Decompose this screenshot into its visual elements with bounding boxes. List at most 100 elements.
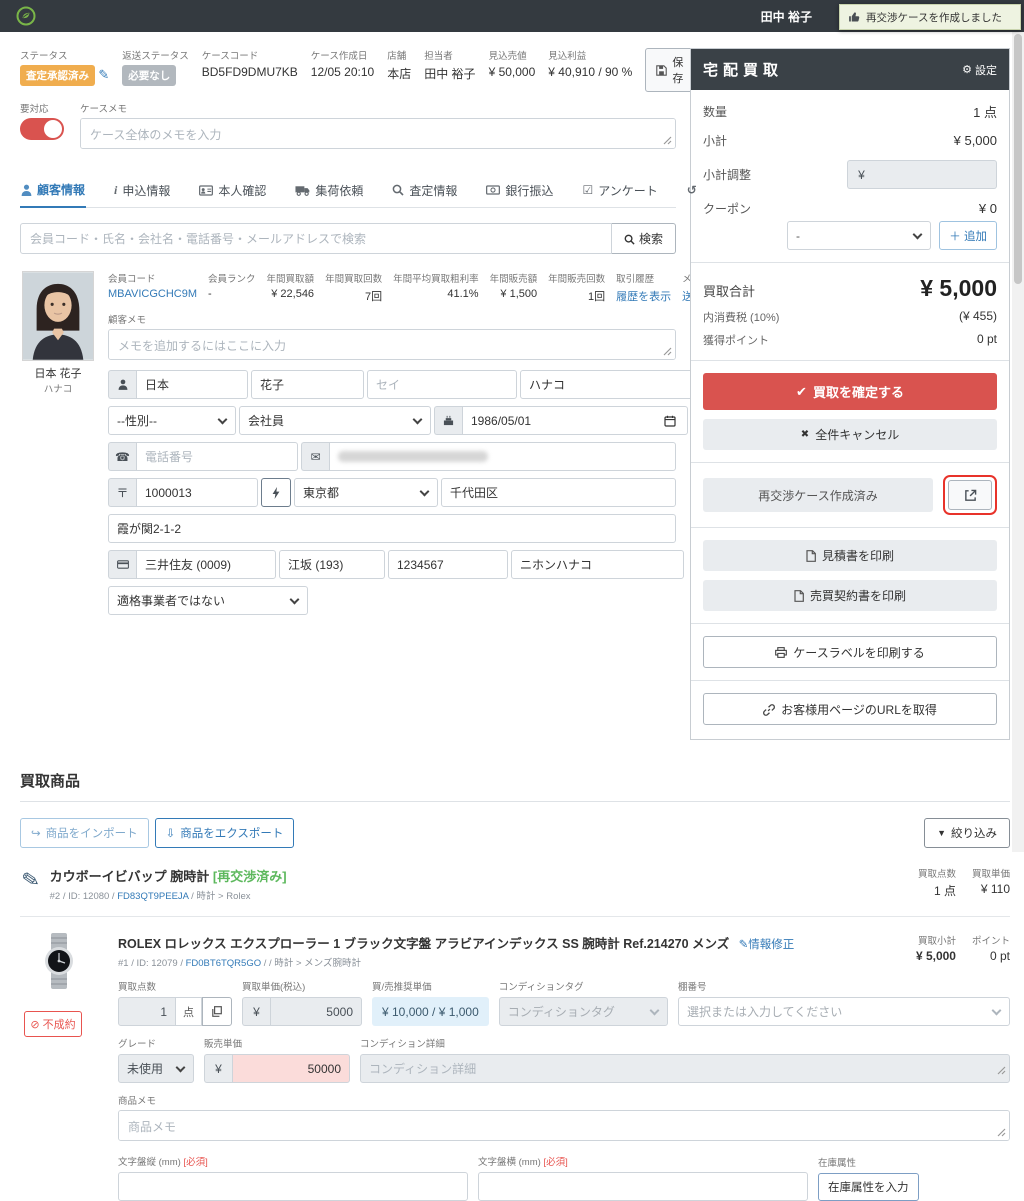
stock-attribute-button[interactable]: 在庫属性を入力 — [818, 1173, 919, 1201]
renegotiation-status: 再交渉ケース作成済み — [703, 478, 933, 512]
tab-pickup-request[interactable]: 集荷依頼 — [294, 172, 364, 207]
bank-card-icon — [108, 550, 136, 579]
items-heading: 買取商品 — [20, 773, 81, 790]
app-logo-leaf-icon[interactable] — [16, 6, 36, 26]
document-icon — [806, 549, 816, 563]
account-number-field[interactable] — [388, 550, 508, 579]
dial-width-input[interactable] — [478, 1172, 808, 1201]
filter-button[interactable]: ▼ 絞り込み — [924, 818, 1010, 848]
document-icon — [794, 589, 804, 603]
add-coupon-button[interactable]: ＋ 追加 — [939, 221, 997, 250]
quantity-value: 1 点 — [973, 105, 997, 120]
group-edit-pencil-icon[interactable]: ✎ — [20, 867, 42, 895]
kana-last-field[interactable] — [367, 370, 517, 399]
open-renegotiation-case-button[interactable] — [948, 480, 992, 510]
person-icon — [108, 370, 136, 399]
current-user[interactable]: 田中 裕子 — [761, 8, 812, 25]
copy-icon[interactable] — [202, 997, 232, 1026]
calendar-icon[interactable] — [664, 414, 676, 428]
case-memo-input[interactable] — [80, 118, 676, 149]
product-title: ROLEX ロレックス エクスプローラー 1 ブラック文字盤 アラビアインデック… — [118, 937, 730, 951]
import-icon: ↪ — [31, 828, 41, 840]
grade-select[interactable]: 未使用 — [118, 1054, 194, 1083]
magnifier-icon — [392, 184, 404, 196]
group-code-link[interactable]: FD83QT9PEEJA — [117, 891, 188, 902]
history-icon: ↺ — [686, 183, 697, 197]
tab-customer-info[interactable]: 顧客情報 — [20, 172, 87, 208]
customer-memo-input[interactable] — [108, 329, 676, 360]
tab-bank-transfer[interactable]: 銀行振込 — [485, 172, 554, 207]
gender-select[interactable]: --性別-- — [108, 406, 236, 435]
customer-stats: 会員コード MBAVICGCHC9M 会員ランク - 年間買取額 ¥ 22,546 年… — [108, 271, 778, 304]
occupation-select[interactable]: 会社員 — [239, 406, 431, 435]
print-case-label-button[interactable]: ケースラベルを印刷する — [703, 636, 997, 668]
save-button[interactable]: 保存 — [645, 48, 695, 92]
customer-memo-label: 顧客メモ — [108, 315, 147, 326]
customer-kana: ハナコ — [43, 384, 73, 395]
group-count: 1 点 — [933, 884, 956, 898]
product-memo-input[interactable] — [118, 1110, 1010, 1141]
store-name: 本店 — [387, 67, 412, 81]
dial-height-input[interactable] — [118, 1172, 468, 1201]
yen-prefix: ¥ — [847, 160, 875, 189]
product-code-link[interactable]: FD0BT6TQR5GO — [186, 958, 262, 969]
street-address-field[interactable] — [108, 514, 676, 543]
member-code-link[interactable]: MBAVICGCHC9M — [108, 288, 197, 300]
history-link[interactable]: 履歴を表示 — [616, 288, 671, 304]
bank-name-field[interactable] — [136, 550, 276, 579]
qty-input[interactable] — [118, 997, 176, 1026]
settings-button[interactable]: ⚙ 設定 — [962, 62, 997, 78]
print-quote-button[interactable]: 見積書を印刷 — [703, 540, 997, 571]
invoice-qualification-select[interactable]: 適格事業者ではない — [108, 586, 308, 615]
postal-lookup-bolt-button[interactable] — [261, 478, 291, 507]
first-name-field[interactable] — [251, 370, 364, 399]
tab-survey[interactable]: ☑ アンケート — [581, 172, 658, 207]
need-action-toggle[interactable] — [20, 118, 64, 140]
group-unit-price: ¥ 110 — [980, 882, 1010, 896]
no-deal-badge: ⊘ 不成約 — [24, 1011, 82, 1037]
toast-notification: 再交渉ケースを作成しました — [839, 4, 1021, 30]
tab-identity-verification[interactable]: 本人確認 — [198, 172, 267, 207]
purchase-price-input[interactable] — [270, 997, 362, 1026]
confirm-purchase-button[interactable]: ✔ 買取を確定する — [703, 373, 997, 410]
truck-icon — [295, 185, 310, 196]
group-meta: #2 / ID: 12080 / FD83QT9PEEJA / 時計 > Rol… — [49, 891, 251, 902]
tab-bar: 顧客情報 i 申込情報 本人確認 集荷依頼 査定情報 銀行振込 ☑ アンケート … — [20, 172, 773, 208]
condition-detail-input[interactable] — [360, 1054, 1010, 1083]
subtotal-value: ¥ 5,000 — [953, 133, 997, 148]
case-memo-label: ケースメモ — [80, 104, 128, 115]
export-items-button[interactable]: ⇩ 商品をエクスポート — [154, 818, 295, 848]
cancel-all-button[interactable]: ✖ 全件キャンセル — [703, 419, 997, 450]
tab-application-info[interactable]: i 申込情報 — [113, 172, 171, 207]
subtotal-adjust-input[interactable] — [875, 160, 997, 189]
product-image[interactable] — [38, 933, 80, 989]
account-holder-field[interactable] — [511, 550, 684, 579]
annotation-highlight — [943, 475, 997, 515]
phone-field[interactable] — [136, 442, 298, 471]
condition-tag-select[interactable]: コンディションタグ — [498, 997, 668, 1026]
tab-appraisal-info[interactable]: 査定情報 — [391, 172, 458, 207]
bank-branch-field[interactable] — [279, 550, 385, 579]
sale-price-input[interactable] — [232, 1054, 350, 1083]
edit-status-icon[interactable]: ✎ — [98, 67, 109, 82]
coupon-select[interactable]: - — [787, 221, 932, 250]
floppy-icon — [656, 64, 668, 76]
member-search-input[interactable] — [20, 223, 612, 254]
page-scrollbar[interactable] — [1012, 32, 1024, 852]
print-contract-button[interactable]: 売買契約書を印刷 — [703, 580, 997, 611]
city-field[interactable] — [441, 478, 676, 507]
email-value-blurred — [338, 451, 488, 462]
customer-url-button[interactable]: お客様用ページのURLを取得 — [703, 693, 997, 725]
shelf-number-select[interactable]: 選択または入力してください — [678, 997, 1010, 1026]
member-search-button[interactable]: 検索 — [612, 223, 676, 254]
edit-product-link[interactable]: ✎情報修正 — [739, 939, 795, 951]
birthday-field[interactable] — [462, 406, 688, 435]
import-items-button[interactable]: ↪ 商品をインポート — [20, 818, 149, 848]
email-field[interactable] — [329, 442, 676, 471]
info-icon: i — [114, 182, 118, 197]
thumbs-up-icon — [848, 11, 860, 23]
last-name-field[interactable] — [136, 370, 248, 399]
postal-code-field[interactable] — [136, 478, 258, 507]
prefecture-select[interactable]: 東京都 — [294, 478, 438, 507]
kana-first-field[interactable] — [520, 370, 693, 399]
